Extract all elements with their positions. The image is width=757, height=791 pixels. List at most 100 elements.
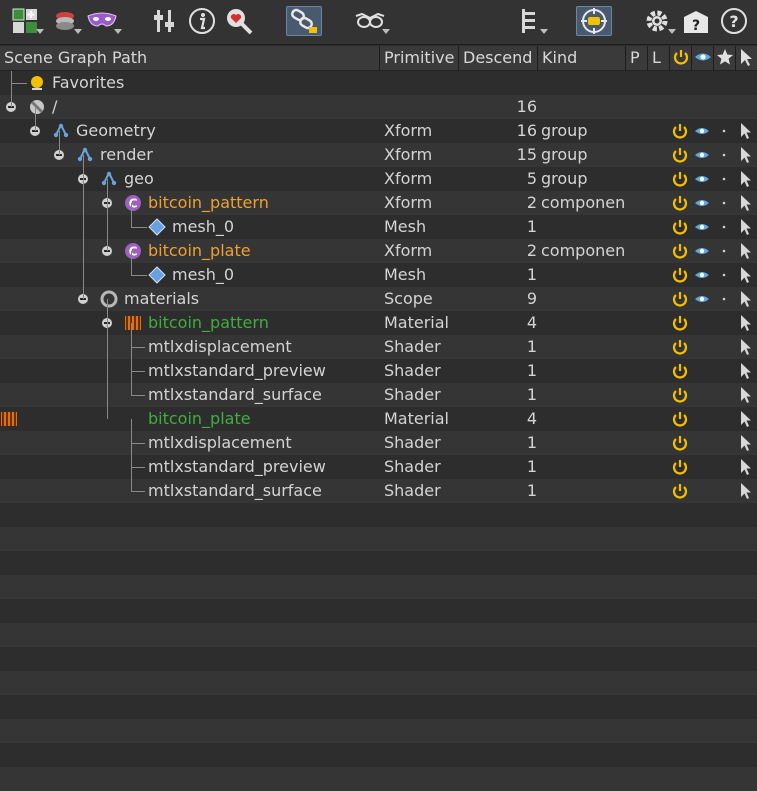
dot-icon[interactable] xyxy=(716,194,732,212)
dot-icon[interactable] xyxy=(716,146,732,164)
eye-icon[interactable] xyxy=(694,218,710,236)
tree-row[interactable]: materials Scope 9 xyxy=(0,287,757,311)
eye-icon[interactable] xyxy=(694,122,710,140)
power-icon[interactable] xyxy=(672,170,688,188)
pointer-icon[interactable] xyxy=(739,482,755,500)
power-icon[interactable] xyxy=(672,290,688,308)
tree-row[interactable]: / 16 xyxy=(0,95,757,119)
power-icon[interactable] xyxy=(672,338,688,356)
dot-icon[interactable] xyxy=(716,290,732,308)
header-descend[interactable]: Descend xyxy=(459,46,538,70)
eye-icon[interactable] xyxy=(694,146,710,164)
power-icon[interactable] xyxy=(672,386,688,404)
pointer-icon[interactable] xyxy=(739,386,755,404)
pointer-icon[interactable] xyxy=(739,314,755,332)
add-prim-button[interactable] xyxy=(8,6,44,36)
pointer-icon[interactable] xyxy=(739,338,755,356)
power-icon[interactable] xyxy=(672,314,688,332)
header-visible[interactable] xyxy=(692,46,714,70)
header-active[interactable] xyxy=(670,46,692,70)
view-options-button[interactable] xyxy=(352,6,390,36)
tree-row[interactable]: geo Xform 5 group xyxy=(0,167,757,191)
eye-icon[interactable] xyxy=(694,290,710,308)
tree-row[interactable]: mtlxstandard_surface Shader 1 xyxy=(0,383,757,407)
tree-row[interactable]: Geometry Xform 16 group xyxy=(0,119,757,143)
hierarchy-button[interactable] xyxy=(516,6,548,36)
prim-name[interactable]: geo xyxy=(124,167,154,191)
power-icon[interactable] xyxy=(672,482,688,500)
tree-row[interactable]: mesh_0 Mesh 1 xyxy=(0,263,757,287)
dot-icon[interactable] xyxy=(716,122,732,140)
prim-name[interactable]: mesh_0 xyxy=(172,263,234,287)
tree-row[interactable]: bitcoin_pattern Material 4 xyxy=(0,311,757,335)
prim-name[interactable]: Geometry xyxy=(76,119,156,143)
tree-row[interactable]: mtlxdisplacement Shader 1 xyxy=(0,335,757,359)
header-favorite[interactable] xyxy=(714,46,736,70)
mask-button[interactable] xyxy=(84,6,122,36)
prim-name[interactable]: render xyxy=(100,143,153,167)
power-icon[interactable] xyxy=(672,194,688,212)
header-primitive[interactable]: Primitive xyxy=(380,46,459,70)
eye-icon[interactable] xyxy=(694,266,710,284)
power-icon[interactable] xyxy=(672,410,688,428)
eye-icon[interactable] xyxy=(694,170,710,188)
tree-row[interactable]: mtlxstandard_surface Shader 1 xyxy=(0,479,757,503)
tree-row[interactable]: mtlxdisplacement Shader 1 xyxy=(0,431,757,455)
scene-graph-tree[interactable]: Favorites/16 Geometry Xform 16 group render Xf… xyxy=(0,71,757,791)
eye-icon[interactable] xyxy=(694,242,710,260)
tree-row[interactable]: Favorites xyxy=(0,71,757,95)
parameters-button[interactable] xyxy=(148,6,180,36)
pointer-icon[interactable] xyxy=(739,362,755,380)
tree-row[interactable]: mesh_0 Mesh 1 xyxy=(0,215,757,239)
power-icon[interactable] xyxy=(672,458,688,476)
tree-row[interactable]: bitcoin_plate Material 4 xyxy=(0,407,757,431)
pointer-icon[interactable] xyxy=(739,122,755,140)
power-icon[interactable] xyxy=(672,122,688,140)
header-p[interactable]: P xyxy=(626,46,648,70)
tree-row[interactable]: mtlxstandard_preview Shader 1 xyxy=(0,455,757,479)
tree-row[interactable]: Cbitcoin_plate Xform 2 componen xyxy=(0,239,757,263)
prim-name[interactable]: bitcoin_plate xyxy=(148,239,251,263)
pointer-icon[interactable] xyxy=(739,266,755,284)
pointer-icon[interactable] xyxy=(739,146,755,164)
power-icon[interactable] xyxy=(672,146,688,164)
header-kind[interactable]: Kind xyxy=(538,46,626,70)
prim-name[interactable]: mesh_0 xyxy=(172,215,234,239)
link-selection-button[interactable] xyxy=(286,6,322,36)
prim-name[interactable]: bitcoin_pattern xyxy=(148,191,269,215)
prim-name[interactable]: mtlxstandard_preview xyxy=(148,359,326,383)
power-icon[interactable] xyxy=(672,242,688,260)
power-icon[interactable] xyxy=(672,218,688,236)
pointer-icon[interactable] xyxy=(739,170,755,188)
power-icon[interactable] xyxy=(672,266,688,284)
pointer-icon[interactable] xyxy=(739,458,755,476)
dot-icon[interactable] xyxy=(716,170,732,188)
settings-button[interactable] xyxy=(640,6,676,36)
tree-row[interactable]: mtlxstandard_preview Shader 1 xyxy=(0,359,757,383)
pointer-icon[interactable] xyxy=(739,290,755,308)
tree-row[interactable]: Cbitcoin_pattern Xform 2 componen xyxy=(0,191,757,215)
info-button[interactable] xyxy=(186,6,218,36)
prim-name[interactable]: Favorites xyxy=(52,71,124,95)
prim-name[interactable]: / xyxy=(52,95,57,119)
prim-name[interactable]: bitcoin_plate xyxy=(148,407,251,431)
prim-name[interactable]: mtlxdisplacement xyxy=(148,335,292,359)
search-button[interactable] xyxy=(222,6,256,36)
layers-button[interactable] xyxy=(50,6,82,36)
prim-name[interactable]: materials xyxy=(124,287,199,311)
prim-name[interactable]: bitcoin_pattern xyxy=(148,311,269,335)
prim-name[interactable]: mtlxstandard_surface xyxy=(148,479,322,503)
pointer-icon[interactable] xyxy=(739,410,755,428)
prim-name[interactable]: mtlxstandard_surface xyxy=(148,383,322,407)
header-l[interactable]: L xyxy=(648,46,670,70)
eye-icon[interactable] xyxy=(694,194,710,212)
tree-row[interactable]: render Xform 15 group xyxy=(0,143,757,167)
header-path[interactable]: Scene Graph Path xyxy=(0,46,380,70)
dot-icon[interactable] xyxy=(716,266,732,284)
prim-name[interactable]: mtlxdisplacement xyxy=(148,431,292,455)
pointer-icon[interactable] xyxy=(739,194,755,212)
target-button[interactable] xyxy=(576,6,612,36)
help-button[interactable]: ? xyxy=(718,6,750,36)
power-icon[interactable] xyxy=(672,362,688,380)
dot-icon[interactable] xyxy=(716,242,732,260)
